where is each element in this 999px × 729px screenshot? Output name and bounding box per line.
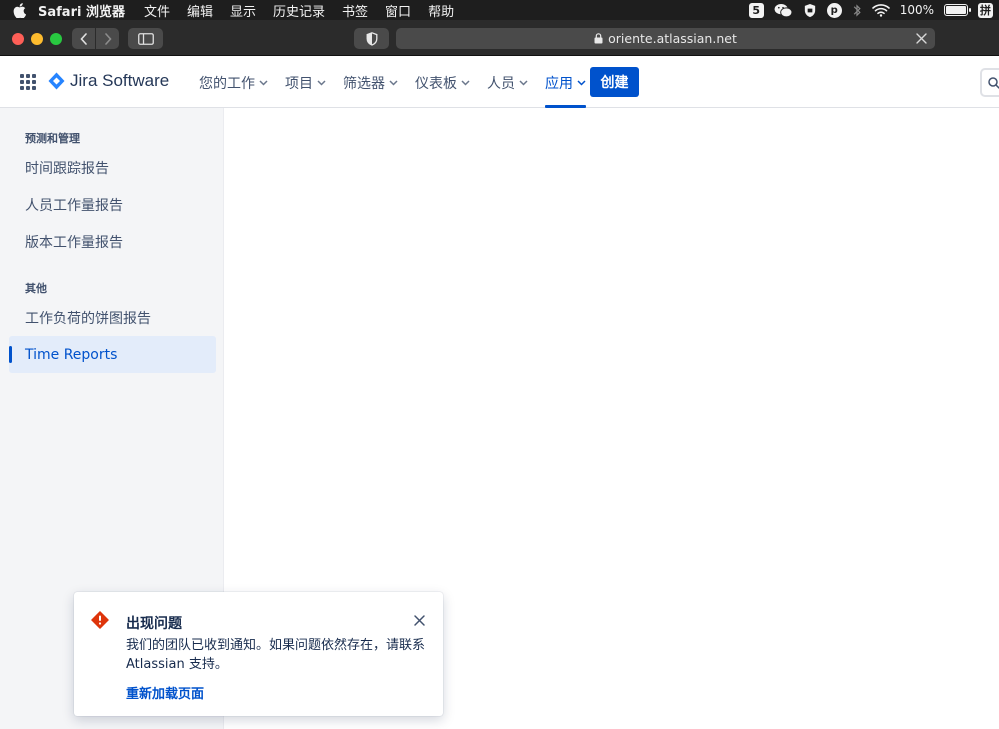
section-title-other: 其他 bbox=[25, 282, 47, 295]
bluetooth-icon[interactable] bbox=[852, 3, 862, 18]
url-text: oriente.atlassian.net bbox=[608, 31, 737, 46]
wechat-icon[interactable] bbox=[774, 3, 793, 18]
sidebar-item-time-tracking[interactable]: 时间跟踪报告 bbox=[9, 149, 216, 186]
privacy-shield-icon bbox=[366, 31, 377, 46]
sidebar-icon bbox=[137, 32, 154, 45]
zoom-window-button[interactable] bbox=[50, 33, 62, 45]
nav-label: 人员 bbox=[487, 75, 515, 92]
chevron-right-icon bbox=[104, 32, 112, 45]
nav-projects[interactable]: 项目 bbox=[285, 57, 326, 108]
menu-bookmarks[interactable]: 书签 bbox=[342, 1, 368, 20]
menu-window[interactable]: 窗口 bbox=[385, 1, 411, 20]
nav-label: 应用 bbox=[545, 75, 573, 92]
chevron-down-icon bbox=[389, 79, 398, 86]
macos-menu-bar: Safari 浏览器 文件 编辑 显示 历史记录 书签 窗口 帮助 5 p 10… bbox=[0, 0, 999, 20]
error-flag: 出现问题 我们的团队已收到通知。如果问题依然存在，请联系 Atlassian 支… bbox=[74, 592, 443, 716]
menu-help[interactable]: 帮助 bbox=[428, 1, 454, 20]
jira-logo[interactable]: Jira Software bbox=[48, 71, 169, 91]
apple-menu-icon[interactable] bbox=[0, 2, 38, 18]
nav-people[interactable]: 人员 bbox=[487, 57, 528, 108]
sidebar-item-version-workload[interactable]: 版本工作量报告 bbox=[9, 223, 216, 260]
sidebar-item-user-workload[interactable]: 人员工作量报告 bbox=[9, 186, 216, 223]
menu-history[interactable]: 历史记录 bbox=[273, 1, 325, 20]
history-nav bbox=[72, 28, 119, 49]
nav-label: 仪表板 bbox=[415, 75, 457, 92]
jira-diamond-icon bbox=[48, 72, 65, 90]
lock-icon bbox=[594, 33, 603, 44]
input-method-icon[interactable]: 拼 bbox=[978, 2, 993, 18]
search-input[interactable] bbox=[980, 68, 999, 97]
sidebar-item-time-reports[interactable]: Time Reports bbox=[9, 336, 216, 373]
flag-message: 我们的团队已收到通知。如果问题依然存在，请联系 Atlassian 支持。 bbox=[126, 638, 426, 672]
close-icon[interactable] bbox=[413, 614, 426, 627]
primary-nav: 您的工作 项目 筛选器 仪表板 人员 应用 bbox=[199, 57, 603, 108]
flag-title: 出现问题 bbox=[126, 616, 182, 632]
reload-page-link[interactable]: 重新加载页面 bbox=[126, 683, 204, 702]
sidebar-toggle-button[interactable] bbox=[128, 28, 163, 49]
jira-top-nav: Jira Software 您的工作 项目 筛选器 仪表板 人员 应用 创建 bbox=[0, 57, 999, 108]
wifi-icon[interactable] bbox=[871, 3, 890, 17]
status-area: 5 p 100% 拼 bbox=[748, 0, 993, 20]
close-window-button[interactable] bbox=[12, 33, 24, 45]
menu-edit[interactable]: 编辑 bbox=[187, 1, 213, 20]
nav-label: 筛选器 bbox=[343, 75, 385, 92]
nav-apps[interactable]: 应用 bbox=[545, 57, 586, 108]
menu-view[interactable]: 显示 bbox=[230, 1, 256, 20]
privacy-report-button[interactable] bbox=[354, 28, 389, 49]
nav-filters[interactable]: 筛选器 bbox=[343, 57, 398, 108]
close-icon[interactable] bbox=[914, 31, 929, 46]
nav-label: 您的工作 bbox=[199, 75, 255, 92]
nav-your-work[interactable]: 您的工作 bbox=[199, 57, 268, 108]
menu-app-name[interactable]: Safari 浏览器 bbox=[38, 1, 125, 20]
battery-icon[interactable] bbox=[944, 4, 971, 16]
chevron-down-icon bbox=[259, 79, 268, 86]
chevron-down-icon bbox=[317, 79, 326, 86]
chevron-down-icon bbox=[461, 79, 470, 86]
search-icon bbox=[988, 76, 999, 89]
create-button[interactable]: 创建 bbox=[590, 67, 639, 97]
nav-label: 项目 bbox=[285, 75, 313, 92]
menu-file[interactable]: 文件 bbox=[144, 1, 170, 20]
app-switcher-grid-icon[interactable] bbox=[20, 74, 36, 90]
battery-fill bbox=[946, 6, 966, 14]
forward-button[interactable] bbox=[95, 28, 119, 49]
chevron-left-icon bbox=[79, 32, 87, 45]
shield-status-icon[interactable] bbox=[803, 3, 817, 18]
chevron-down-icon bbox=[577, 79, 586, 86]
product-name: Jira Software bbox=[70, 71, 170, 90]
battery-percent: 100% bbox=[899, 3, 934, 17]
address-bar[interactable]: oriente.atlassian.net bbox=[396, 28, 935, 49]
number-five-icon[interactable]: 5 bbox=[748, 2, 764, 18]
back-button[interactable] bbox=[72, 28, 95, 49]
error-icon bbox=[91, 611, 109, 633]
section-title-forecast: 预测和管理 bbox=[25, 132, 80, 145]
minimize-window-button[interactable] bbox=[31, 33, 43, 45]
nav-dashboards[interactable]: 仪表板 bbox=[415, 57, 470, 108]
chevron-down-icon bbox=[519, 79, 528, 86]
sidebar-item-workload-pie[interactable]: 工作负荷的饼图报告 bbox=[9, 299, 216, 336]
p-circle-icon[interactable]: p bbox=[826, 2, 842, 18]
browser-toolbar: oriente.atlassian.net bbox=[0, 20, 999, 56]
